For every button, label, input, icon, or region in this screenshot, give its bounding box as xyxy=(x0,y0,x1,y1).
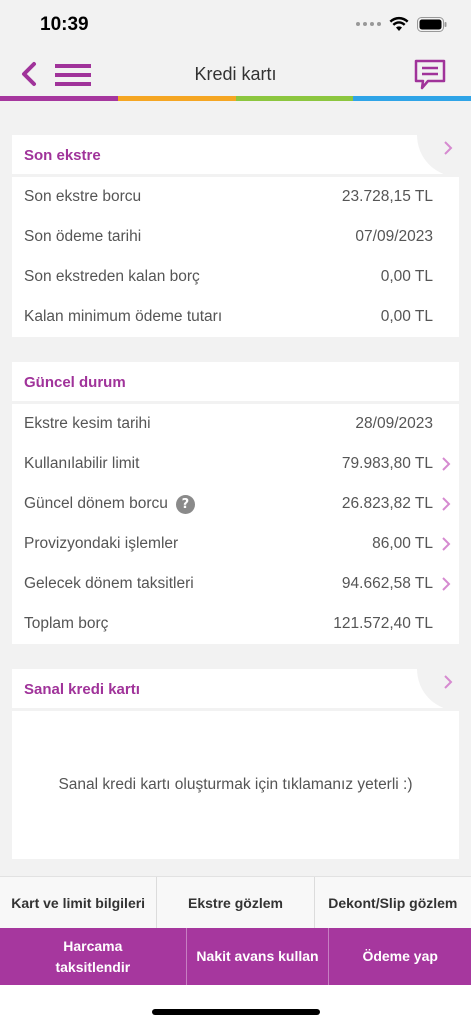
chevron-right-icon xyxy=(444,675,453,689)
row-label: Son ekstre borcu xyxy=(24,188,142,205)
secondary-actions: Kart ve limit bilgileri Ekstre gözlem De… xyxy=(0,876,471,928)
list-item: Toplam borç 121.572,40 TL xyxy=(12,604,459,644)
row-value: 86,00 TL xyxy=(372,535,433,552)
row-label: Toplam borç xyxy=(24,615,109,632)
row-value: 0,00 TL xyxy=(380,268,433,285)
home-indicator[interactable] xyxy=(152,1009,320,1015)
page-title: Kredi kartı xyxy=(194,64,277,84)
color-stripe xyxy=(0,96,471,101)
sanal-kart-card[interactable]: Sanal kredi kartı Sanal kredi kartı oluş… xyxy=(12,669,459,859)
list-item: Son ekstre borcu 23.728,15 TL xyxy=(12,177,459,217)
kart-limit-bilgileri-button[interactable]: Kart ve limit bilgileri xyxy=(0,877,158,928)
row-label: Kullanılabilir limit xyxy=(24,455,140,472)
guncel-durum-header: Güncel durum xyxy=(12,362,459,404)
son-ekstre-card: Son ekstre Son ekstre borcu 23.728,15 TL… xyxy=(12,135,459,337)
son-ekstre-detail-button[interactable] xyxy=(417,135,459,177)
list-item: Kalan minimum ödeme tutarı 0,00 TL xyxy=(12,297,459,337)
row-label: Son ödeme tarihi xyxy=(24,228,142,245)
row-value: 121.572,40 TL xyxy=(333,615,433,632)
gelecek-donem-row[interactable]: Gelecek dönem taksitleri 94.662,58 TL xyxy=(12,564,459,604)
nav-bar: Kredi kartı xyxy=(0,50,471,98)
chevron-right-icon xyxy=(442,497,451,511)
odeme-yap-button[interactable]: Ödeme yap xyxy=(329,928,471,985)
son-ekstre-header[interactable]: Son ekstre xyxy=(12,135,459,177)
row-label: Provizyondaki işlemler xyxy=(24,535,179,552)
harcama-taksitlendir-button[interactable]: Harcama taksitlendir xyxy=(0,928,187,985)
sanal-kart-detail-button[interactable] xyxy=(417,669,459,711)
row-value: 23.728,15 TL xyxy=(341,188,433,205)
provizyon-row[interactable]: Provizyondaki işlemler 86,00 TL xyxy=(12,524,459,564)
help-icon[interactable]: ? xyxy=(175,494,195,514)
battery-icon xyxy=(417,16,447,32)
wifi-icon xyxy=(389,16,409,31)
chevron-right-icon xyxy=(442,537,451,551)
chat-icon[interactable] xyxy=(413,58,447,92)
card-title: Sanal kredi kartı xyxy=(24,681,140,698)
dekont-slip-gozlem-button[interactable]: Dekont/Slip gözlem xyxy=(315,877,471,928)
chevron-right-icon xyxy=(442,457,451,471)
row-label-text: Güncel dönem borcu xyxy=(24,495,168,512)
row-label: Kalan minimum ödeme tutarı xyxy=(24,308,223,325)
row-label: Güncel dönem borcu ? xyxy=(24,494,195,514)
chevron-right-icon xyxy=(442,577,451,591)
kullanilabilir-limit-row[interactable]: Kullanılabilir limit 79.983,80 TL xyxy=(12,444,459,484)
card-title: Son ekstre xyxy=(24,147,101,164)
sanal-kart-header: Sanal kredi kartı xyxy=(12,669,459,711)
primary-actions: Harcama taksitlendir Nakit avans kullan … xyxy=(0,928,471,985)
status-time: 10:39 xyxy=(40,14,89,35)
ekstre-gozlem-button[interactable]: Ekstre gözlem xyxy=(157,877,315,928)
signal-icon xyxy=(356,22,381,26)
row-value: 28/09/2023 xyxy=(355,415,433,432)
row-value: 26.823,82 TL xyxy=(341,495,433,512)
list-item: Son ödeme tarihi 07/09/2023 xyxy=(12,217,459,257)
guncel-donem-borcu-row[interactable]: Güncel dönem borcu ? 26.823,82 TL xyxy=(12,484,459,524)
list-item: Ekstre kesim tarihi 28/09/2023 xyxy=(12,404,459,444)
list-item: Son ekstreden kalan borç 0,00 TL xyxy=(12,257,459,297)
guncel-durum-card: Güncel durum Ekstre kesim tarihi 28/09/2… xyxy=(12,362,459,644)
row-value: 0,00 TL xyxy=(380,308,433,325)
row-label: Gelecek dönem taksitleri xyxy=(24,575,194,592)
home-area xyxy=(0,985,471,1024)
row-label: Son ekstreden kalan borç xyxy=(24,268,200,285)
row-value: 79.983,80 TL xyxy=(341,455,433,472)
sanal-kart-message[interactable]: Sanal kredi kartı oluşturmak için tıklam… xyxy=(12,711,459,859)
status-icons xyxy=(356,16,447,32)
row-value: 07/09/2023 xyxy=(355,228,433,245)
chevron-right-icon xyxy=(444,141,453,155)
nakit-avans-button[interactable]: Nakit avans kullan xyxy=(187,928,330,985)
row-value: 94.662,58 TL xyxy=(341,575,433,592)
card-title: Güncel durum xyxy=(24,374,126,391)
status-bar: 10:39 xyxy=(0,0,471,50)
row-label: Ekstre kesim tarihi xyxy=(24,415,151,432)
